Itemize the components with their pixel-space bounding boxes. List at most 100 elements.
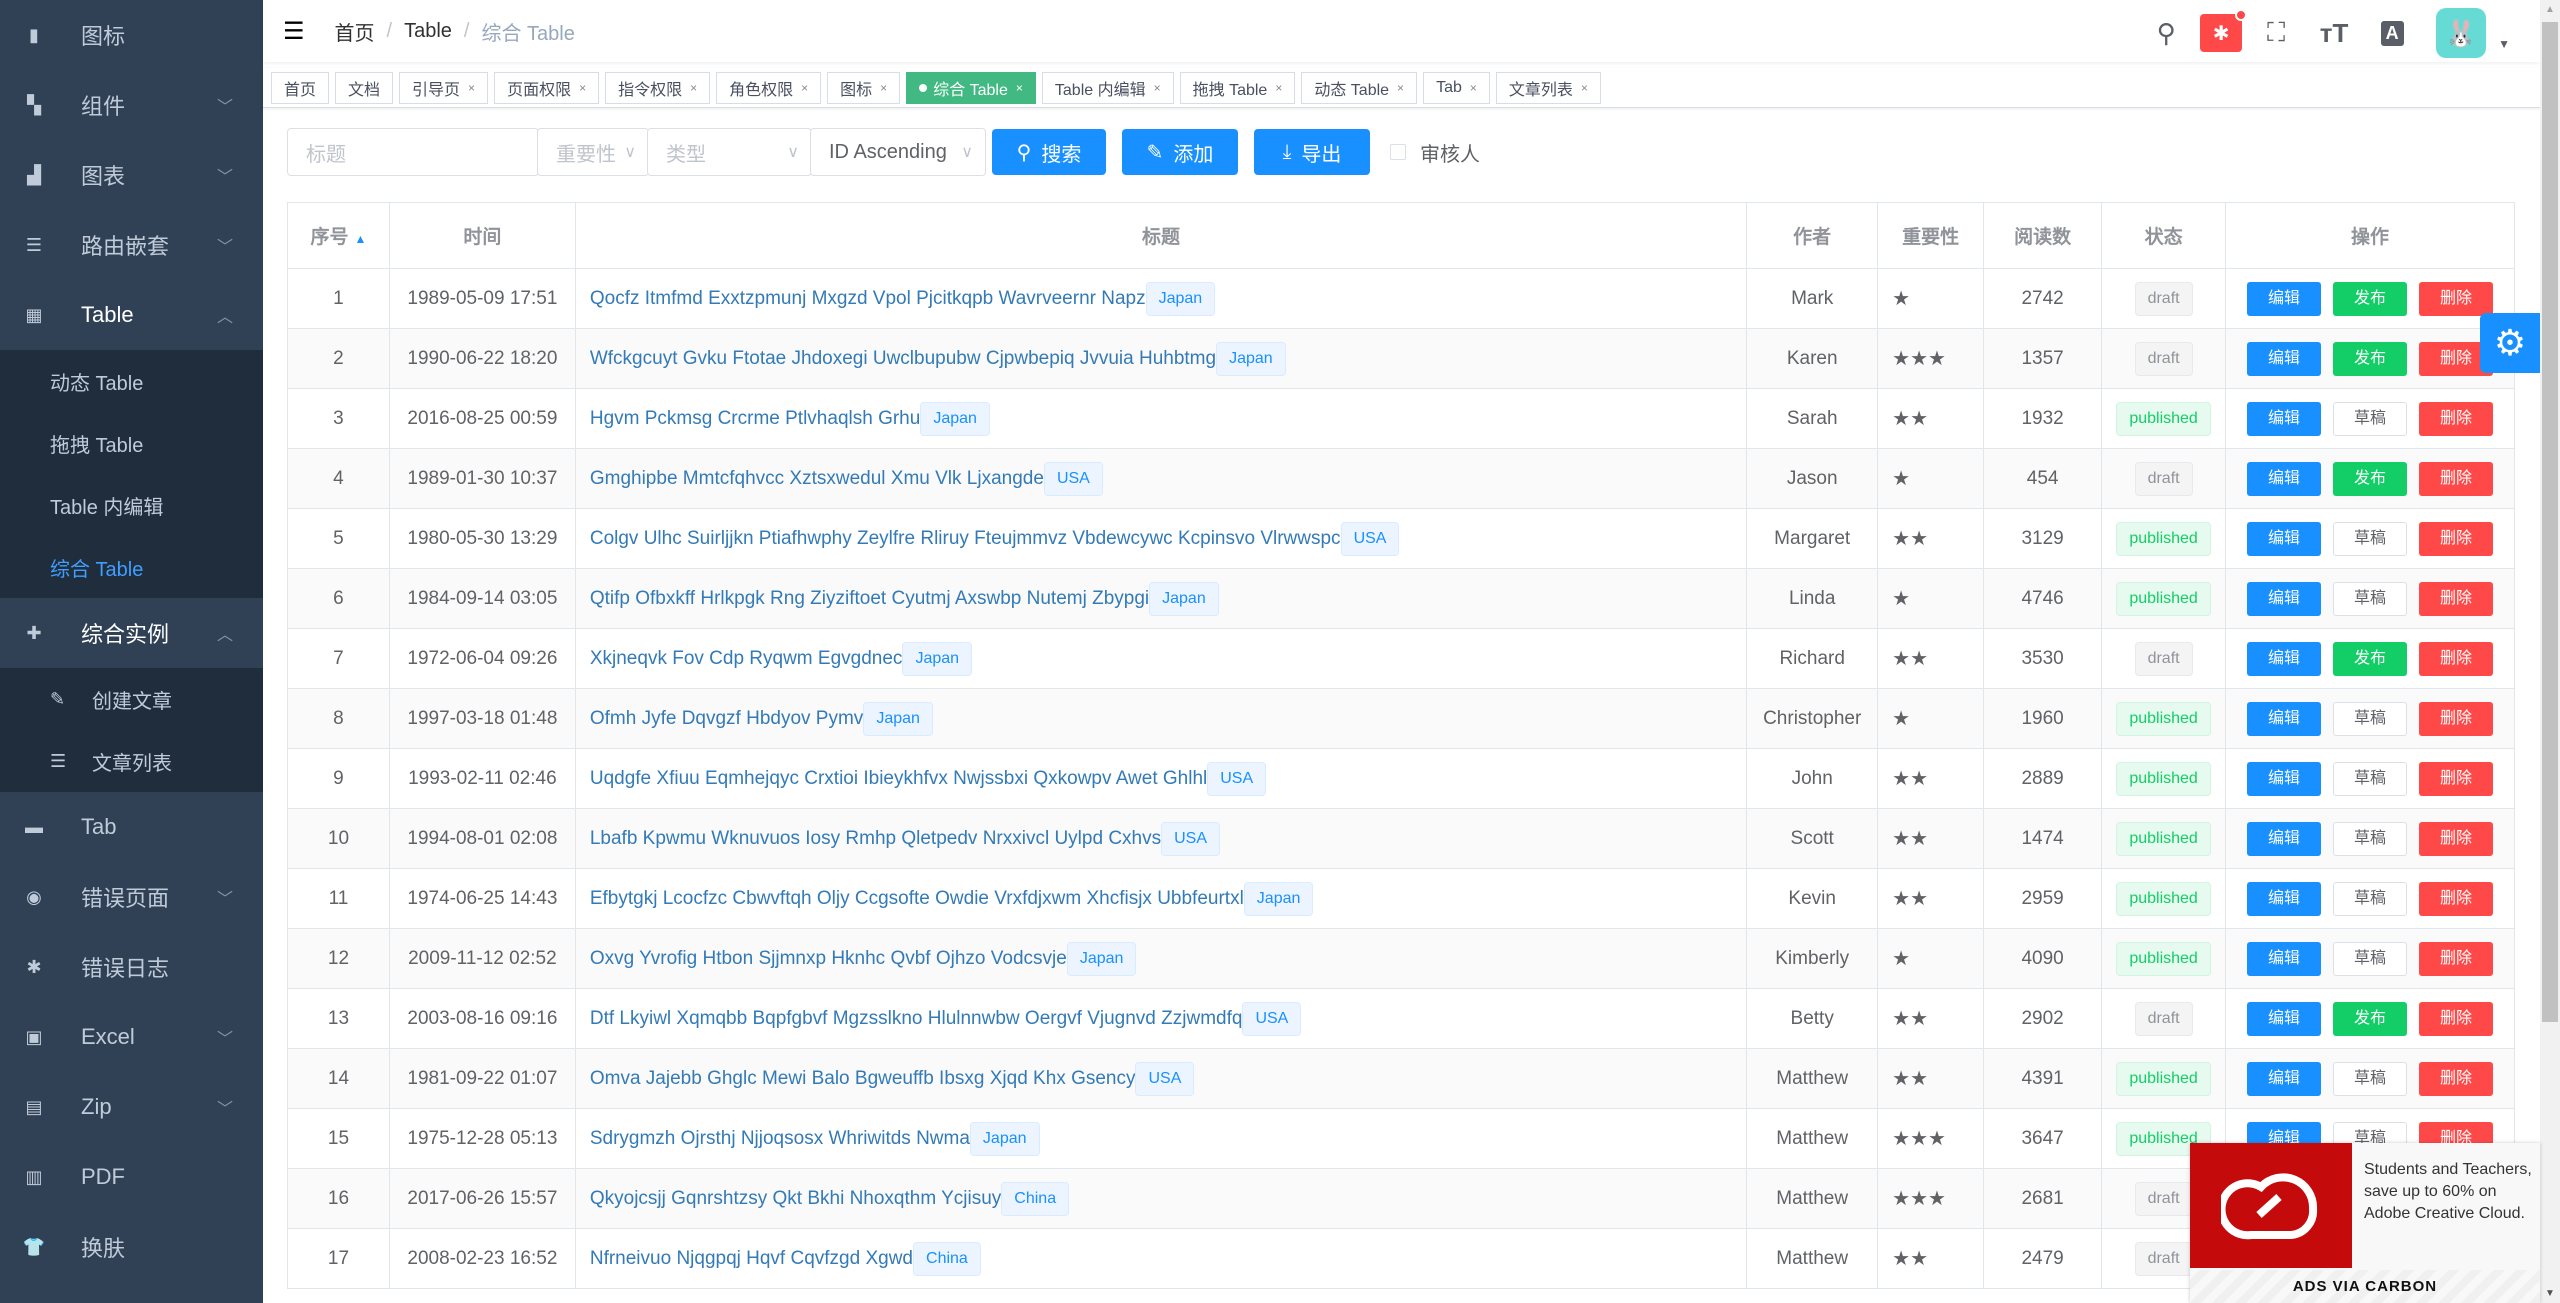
title-link[interactable]: Oxvg Yvrofig Htbon Sjjmnxp Hknhc Qvbf Oj… bbox=[590, 948, 1067, 969]
publish-button[interactable]: 发布 bbox=[2333, 641, 2408, 676]
delete-button[interactable]: 删除 bbox=[2419, 881, 2494, 916]
draft-button[interactable]: 草稿 bbox=[2333, 821, 2408, 856]
tag-3[interactable]: 页面权限 × bbox=[494, 71, 600, 104]
sidebar-item-12[interactable]: 👕 换肤 bbox=[0, 1212, 263, 1282]
sidebar-item-7[interactable]: ◉ 错误页面 ﹀ bbox=[0, 862, 263, 932]
delete-button[interactable]: 删除 bbox=[2419, 641, 2494, 676]
sidebar-subitem-3[interactable]: 综合 Table bbox=[0, 536, 263, 598]
sidebar-item-11[interactable]: ▥ PDF bbox=[0, 1142, 263, 1212]
hamburger-icon[interactable]: ☰ bbox=[283, 17, 305, 46]
title-link[interactable]: Nfrneivuo Njqgpqj Hqvf Cqvfzgd Xgwd bbox=[590, 1248, 913, 1269]
edit-button[interactable]: 编辑 bbox=[2247, 821, 2322, 856]
draft-button[interactable]: 草稿 bbox=[2333, 701, 2408, 736]
draft-button[interactable]: 草稿 bbox=[2333, 401, 2408, 436]
sidebar-item-8[interactable]: ✱ 错误日志 bbox=[0, 932, 263, 1002]
tag-8[interactable]: Table 内编辑 × bbox=[1041, 71, 1174, 104]
title-link[interactable]: Ofmh Jyfe Dqvgzf Hbdyov Pymv bbox=[590, 708, 863, 729]
breadcrumb-home[interactable]: 首页 bbox=[335, 17, 375, 46]
caret-down-icon[interactable]: ▼ bbox=[2498, 37, 2510, 51]
title-link[interactable]: Omva Jajebb Ghglc Mewi Balo Bgweuffb Ibs… bbox=[590, 1068, 1136, 1089]
scrollbar[interactable]: ▲ ▼ bbox=[2540, 0, 2560, 1303]
tag-9[interactable]: 拖拽 Table × bbox=[1179, 71, 1296, 104]
sidebar-item-0[interactable]: ▮ 图标 bbox=[0, 0, 263, 70]
close-icon[interactable]: × bbox=[880, 81, 887, 95]
sidebar-item-1[interactable]: ▚ 组件 ﹀ bbox=[0, 70, 263, 140]
error-log-bug-icon[interactable]: ✱ bbox=[2200, 9, 2248, 52]
sidebar-item-10[interactable]: ▤ Zip ﹀ bbox=[0, 1072, 263, 1142]
sidebar-item-2[interactable]: ▟ 图表 ﹀ bbox=[0, 140, 263, 210]
delete-button[interactable]: 删除 bbox=[2419, 401, 2494, 436]
draft-button[interactable]: 草稿 bbox=[2333, 1061, 2408, 1096]
sidebar-subitem-1[interactable]: ☰ 文章列表 bbox=[0, 730, 263, 792]
adobe-creative-cloud-logo[interactable] bbox=[2190, 1143, 2352, 1268]
tag-2[interactable]: 引导页 × bbox=[399, 71, 489, 104]
sidebar-subitem-0[interactable]: ✎ 创建文章 bbox=[0, 668, 263, 730]
close-icon[interactable]: × bbox=[579, 81, 586, 95]
checkbox-box[interactable] bbox=[1390, 144, 1406, 160]
close-icon[interactable]: × bbox=[1154, 81, 1161, 95]
edit-button[interactable]: 编辑 bbox=[2247, 701, 2322, 736]
edit-button[interactable]: 编辑 bbox=[2247, 941, 2322, 976]
publish-button[interactable]: 发布 bbox=[2333, 341, 2408, 376]
title-link[interactable]: Hgvm Pckmsg Crcrme Ptlvhaqlsh Grhu bbox=[590, 408, 920, 429]
add-button[interactable]: ✎ 添加 bbox=[1122, 129, 1238, 175]
edit-button[interactable]: 编辑 bbox=[2247, 881, 2322, 916]
edit-button[interactable]: 编辑 bbox=[2247, 401, 2322, 436]
importance-select[interactable]: 重要性 ∨ bbox=[537, 128, 649, 176]
delete-button[interactable]: 删除 bbox=[2419, 821, 2494, 856]
edit-button[interactable]: 编辑 bbox=[2247, 761, 2322, 796]
edit-button[interactable]: 编辑 bbox=[2247, 521, 2322, 556]
delete-button[interactable]: 删除 bbox=[2419, 1061, 2494, 1096]
sidebar-item-5[interactable]: ✚ 综合实例 ︿ bbox=[0, 598, 263, 668]
export-button[interactable]: ⤓ 导出 bbox=[1254, 129, 1370, 175]
delete-button[interactable]: 删除 bbox=[2419, 281, 2494, 316]
close-icon[interactable]: × bbox=[801, 81, 808, 95]
draft-button[interactable]: 草稿 bbox=[2333, 581, 2408, 616]
edit-button[interactable]: 编辑 bbox=[2247, 1061, 2322, 1096]
title-link[interactable]: Qocfz Itmfmd Exxtzpmunj Mxgzd Vpol Pjcit… bbox=[590, 288, 1146, 309]
title-link[interactable]: Gmghipbe Mmtcfqhvcc Xztsxwedul Xmu Vlk L… bbox=[590, 468, 1044, 489]
ads-via-carbon[interactable]: ADS VIA CARBON bbox=[2190, 1270, 2540, 1303]
title-link[interactable]: Dtf Lkyiwl Xqmqbb Bqpfgbvf Mgzsslkno Hlu… bbox=[590, 1008, 1243, 1029]
sort-select[interactable]: ID Ascending ∨ bbox=[810, 128, 986, 176]
draft-button[interactable]: 草稿 bbox=[2333, 941, 2408, 976]
close-icon[interactable]: × bbox=[1397, 81, 1404, 95]
title-link[interactable]: Uqdgfe Xfiuu Eqmhejqyc Crxtioi Ibieykhfv… bbox=[590, 768, 1207, 789]
sort-caret-icon[interactable]: ▲ bbox=[355, 232, 367, 246]
avatar[interactable]: 🐰 bbox=[2436, 8, 2487, 58]
language-icon[interactable]: A bbox=[2368, 9, 2416, 57]
tag-10[interactable]: 动态 Table × bbox=[1301, 71, 1418, 104]
search-icon[interactable]: ⚲ bbox=[2142, 9, 2190, 57]
close-icon[interactable]: × bbox=[1470, 81, 1477, 95]
tag-7[interactable]: 综合 Table × bbox=[906, 71, 1036, 104]
close-icon[interactable]: × bbox=[468, 81, 475, 95]
title-link[interactable]: Efbytgkj Lcocfzc Cbwvftqh Oljy Ccgsofte … bbox=[590, 888, 1244, 909]
title-input[interactable]: 标题 bbox=[287, 128, 539, 176]
title-link[interactable]: Colgv Ulhc Suirljjkn Ptiafhwphy Zeylfre … bbox=[590, 528, 1341, 549]
title-link[interactable]: Wfckgcuyt Gvku Ftotae Jhdoxegi Uwclbupub… bbox=[590, 348, 1216, 369]
edit-button[interactable]: 编辑 bbox=[2247, 1001, 2322, 1036]
edit-button[interactable]: 编辑 bbox=[2247, 581, 2322, 616]
delete-button[interactable]: 删除 bbox=[2419, 701, 2494, 736]
fullscreen-icon[interactable]: ⛶ bbox=[2252, 9, 2300, 57]
delete-button[interactable]: 删除 bbox=[2419, 941, 2494, 976]
tag-12[interactable]: 文章列表 × bbox=[1495, 71, 1601, 104]
carbon-ad[interactable]: Students and Teachers, save up to 60% on… bbox=[2190, 1143, 2540, 1303]
draft-button[interactable]: 草稿 bbox=[2333, 881, 2408, 916]
breadcrumb-table[interactable]: Table bbox=[404, 20, 452, 43]
sidebar-item-6[interactable]: ▬ Tab bbox=[0, 792, 263, 862]
reviewer-checkbox[interactable]: 审核人 bbox=[1390, 138, 1480, 167]
search-button[interactable]: ⚲ 搜索 bbox=[992, 129, 1106, 175]
publish-button[interactable]: 发布 bbox=[2333, 281, 2408, 316]
edit-button[interactable]: 编辑 bbox=[2247, 641, 2322, 676]
tag-5[interactable]: 角色权限 × bbox=[716, 71, 822, 104]
publish-button[interactable]: 发布 bbox=[2333, 1001, 2408, 1036]
close-icon[interactable]: × bbox=[690, 81, 697, 95]
title-link[interactable]: Qtifp Ofbxkff Hrlkpgk Rng Ziyziftoet Cyu… bbox=[590, 588, 1149, 609]
title-link[interactable]: Sdrygmzh Ojrsthj Njjoqsosx Whriwitds Nwm… bbox=[590, 1128, 970, 1149]
edit-button[interactable]: 编辑 bbox=[2247, 281, 2322, 316]
close-icon[interactable]: × bbox=[1581, 81, 1588, 95]
edit-button[interactable]: 编辑 bbox=[2247, 341, 2322, 376]
sidebar-item-3[interactable]: ☰ 路由嵌套 ﹀ bbox=[0, 210, 263, 280]
tag-11[interactable]: Tab × bbox=[1423, 71, 1490, 104]
